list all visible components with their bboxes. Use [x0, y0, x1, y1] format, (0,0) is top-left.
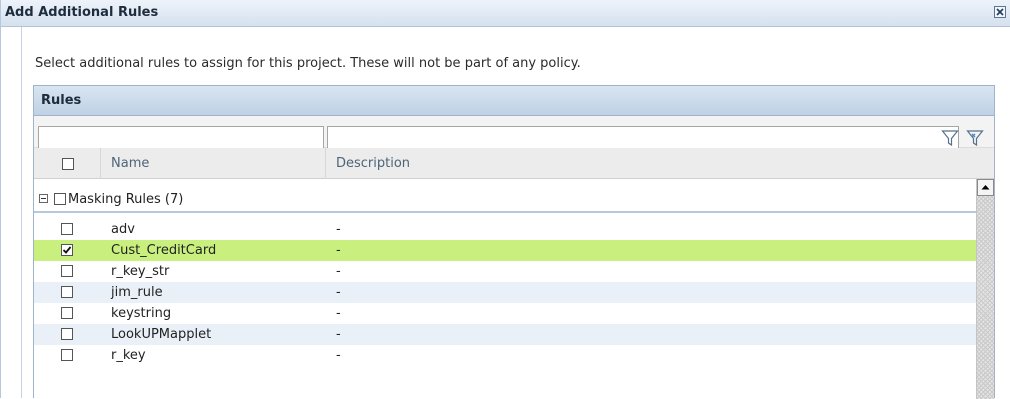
rule-description: - [336, 243, 341, 258]
table-row[interactable]: LookUPMapplet - [34, 324, 976, 345]
table-row[interactable]: keystring - [34, 303, 976, 324]
group-label: Masking Rules (7) [68, 192, 184, 207]
rule-name: adv [111, 222, 135, 237]
collapse-toggle-icon[interactable] [39, 194, 48, 203]
filter-icon[interactable] [941, 129, 961, 149]
row-checkbox[interactable] [61, 349, 73, 361]
column-separator [100, 148, 101, 179]
column-header-row: Name Description [34, 148, 994, 179]
rule-name: r_key [111, 348, 146, 363]
table-row[interactable]: jim_rule - [34, 282, 976, 303]
dialog-title: Add Additional Rules [5, 5, 159, 20]
rules-panel-title: Rules [41, 93, 82, 108]
vertical-scrollbar[interactable] [976, 179, 994, 399]
table-row[interactable]: Cust_CreditCard - [34, 240, 976, 261]
table-row[interactable]: r_key - [34, 345, 976, 366]
rule-name: LookUPMapplet [111, 327, 212, 342]
rule-name: jim_rule [111, 285, 163, 300]
rule-description: - [336, 222, 341, 237]
row-checkbox[interactable] [61, 223, 73, 235]
name-filter-input[interactable] [38, 126, 324, 150]
rules-panel-header: Rules [34, 86, 994, 116]
scroll-up-arrow-icon[interactable] [977, 179, 994, 196]
rule-description: - [336, 327, 341, 342]
rules-panel: Rules Name Description Masking Rules (7)… [33, 85, 995, 399]
row-checkbox[interactable] [61, 265, 73, 277]
column-separator [325, 148, 326, 179]
group-row-masking-rules[interactable]: Masking Rules (7) [34, 179, 976, 213]
rule-description: - [336, 264, 341, 279]
intro-text: Select additional rules to assign for th… [35, 56, 581, 71]
row-checkbox[interactable] [61, 307, 73, 319]
column-header-description[interactable]: Description [336, 156, 410, 171]
group-checkbox[interactable] [54, 193, 66, 205]
clear-filter-icon[interactable] [966, 129, 986, 149]
description-filter-input[interactable] [327, 126, 959, 150]
table-row[interactable]: r_key_str - [34, 261, 976, 282]
dialog-titlebar: Add Additional Rules [1, 0, 1010, 27]
close-icon[interactable] [994, 6, 1006, 18]
row-checkbox[interactable] [61, 286, 73, 298]
row-checkbox[interactable] [61, 244, 73, 256]
select-all-checkbox[interactable] [62, 158, 74, 170]
rule-description: - [336, 306, 341, 321]
rule-name: Cust_CreditCard [111, 243, 217, 258]
rule-description: - [336, 348, 341, 363]
table-row[interactable]: adv - [34, 219, 976, 240]
add-rules-dialog: Add Additional Rules Select additional r… [0, 0, 1010, 399]
filter-row [34, 116, 994, 150]
rule-name: keystring [111, 306, 172, 321]
column-header-name[interactable]: Name [111, 156, 149, 171]
row-checkbox[interactable] [61, 328, 73, 340]
rule-description: - [336, 285, 341, 300]
rule-name: r_key_str [111, 264, 170, 279]
